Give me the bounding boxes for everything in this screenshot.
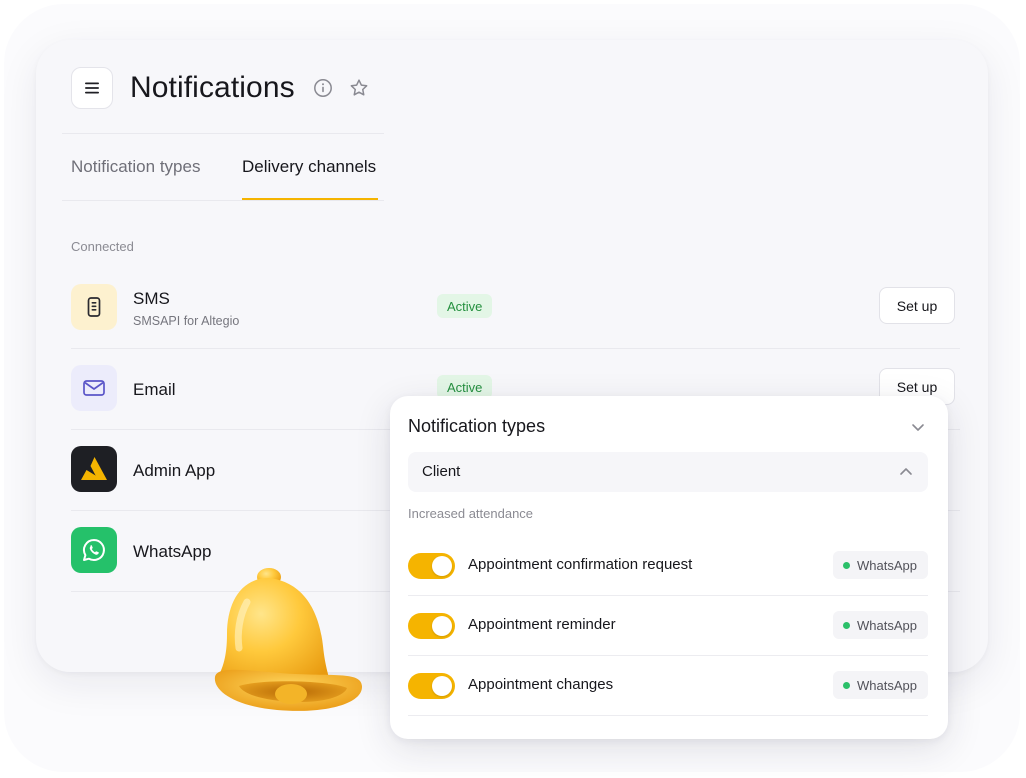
channel-chip: WhatsApp xyxy=(833,611,928,639)
channel-chip: WhatsApp xyxy=(833,671,928,699)
notification-types-panel: Notification types Client Increased atte… xyxy=(390,396,948,739)
setup-button-sms[interactable]: Set up xyxy=(879,287,955,324)
channel-name: Email xyxy=(133,380,176,399)
notification-label: Appointment confirmation request xyxy=(468,556,693,573)
admin-app-logo-icon xyxy=(71,446,117,492)
status-dot-icon xyxy=(843,621,851,629)
chevron-down-icon[interactable] xyxy=(910,419,926,435)
bell-icon xyxy=(214,568,363,711)
chevron-up-icon xyxy=(900,468,912,475)
channel-subtitle: SMSAPI for Altegio xyxy=(133,314,240,328)
panel-title: Notification types xyxy=(408,416,546,436)
notification-toggle[interactable] xyxy=(408,673,455,699)
notification-toggle[interactable] xyxy=(408,553,455,579)
channel-chip-label: WhatsApp xyxy=(857,677,917,693)
channel-chip-label: WhatsApp xyxy=(857,557,917,573)
tabs-bottom-divider xyxy=(62,200,384,201)
channel-chip-label: WhatsApp xyxy=(857,617,917,633)
toggle-knob xyxy=(432,676,452,696)
channel-name: WhatsApp xyxy=(133,542,212,561)
group-label-increased-attendance: Increased attendance xyxy=(408,506,534,521)
status-badge: Active xyxy=(437,294,493,318)
mail-icon xyxy=(71,365,117,411)
star-icon[interactable] xyxy=(349,78,369,98)
channel-chip: WhatsApp xyxy=(833,551,928,579)
status-dot-icon xyxy=(843,561,851,569)
client-group-select[interactable]: Client xyxy=(408,452,928,492)
tab-bar: Notification types Delivery channels xyxy=(71,134,379,200)
notification-row: Appointment reminder WhatsApp xyxy=(408,596,928,656)
notification-label: Appointment changes xyxy=(468,676,614,693)
notification-row: Appointment confirmation request WhatsAp… xyxy=(408,536,928,596)
page-header: Notifications xyxy=(71,67,369,109)
row-divider xyxy=(408,715,928,716)
toggle-knob xyxy=(432,556,452,576)
notification-toggle[interactable] xyxy=(408,613,455,639)
page-title: Notifications xyxy=(130,71,295,104)
section-label-connected: Connected xyxy=(71,239,134,254)
whatsapp-icon xyxy=(71,527,117,573)
client-group-label: Client xyxy=(422,463,461,480)
hamburger-menu-icon xyxy=(85,82,99,94)
menu-button[interactable] xyxy=(71,67,113,109)
tab-notification-types[interactable]: Notification types xyxy=(71,134,242,200)
channel-name: Admin App xyxy=(133,461,216,480)
tab-delivery-channels[interactable]: Delivery channels xyxy=(242,134,379,200)
notification-label: Appointment reminder xyxy=(468,616,616,633)
notification-row: Appointment changes WhatsApp xyxy=(408,656,928,716)
status-dot-icon xyxy=(843,681,851,689)
channel-row-sms: SMS SMSAPI for Altegio Active Set up xyxy=(71,268,960,349)
toggle-knob xyxy=(432,616,452,636)
info-icon[interactable] xyxy=(313,78,333,98)
channel-name: SMS xyxy=(133,289,170,308)
phone-icon xyxy=(71,284,117,330)
